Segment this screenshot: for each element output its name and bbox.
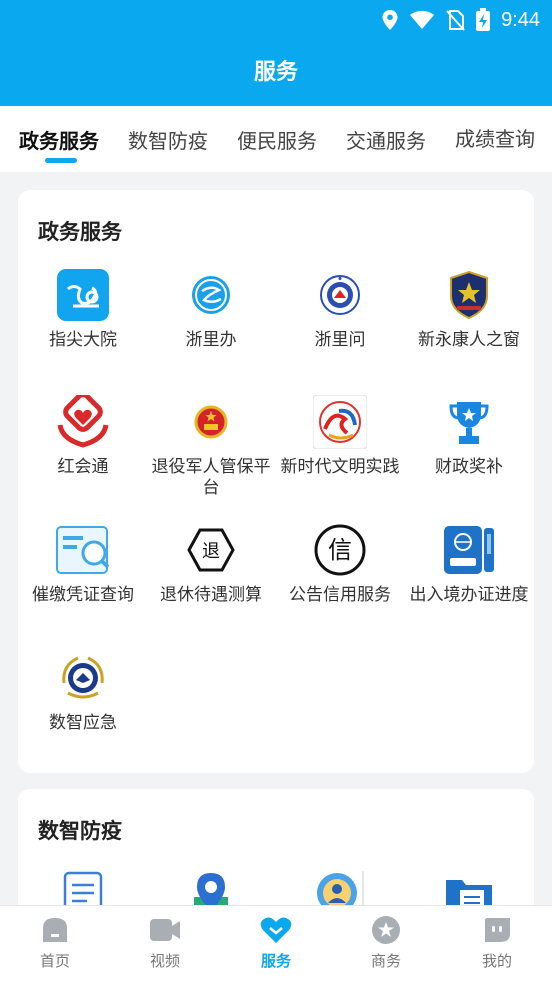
- service-item-credit-service[interactable]: 信 公告信用服务: [276, 523, 404, 606]
- wifi-icon: [409, 10, 435, 30]
- service-label: 催缴凭证查询: [32, 585, 134, 605]
- civilization-logo-icon: [313, 395, 367, 449]
- star-icon: [370, 914, 402, 946]
- service-item-financial-reward[interactable]: 财政奖补: [405, 395, 533, 478]
- nav-label: 我的: [481, 952, 512, 970]
- service-label: 红会通: [57, 457, 109, 477]
- tab-public-services[interactable]: 便民服务: [237, 106, 317, 172]
- service-label: 出入境办证进度: [409, 585, 529, 605]
- fingertip-compound-icon: [56, 268, 110, 322]
- nav-profile[interactable]: 我的: [442, 906, 552, 982]
- service-label: 浙里问: [314, 330, 366, 350]
- service-item-new-yongkang-window[interactable]: 新永康人之窗: [405, 268, 533, 351]
- nav-label: 商务: [370, 952, 401, 970]
- section-title: 政务服务: [38, 220, 122, 244]
- voucher-search-icon: [56, 523, 110, 577]
- nav-video[interactable]: 视频: [110, 906, 220, 982]
- service-label: 公告信用服务: [289, 585, 391, 605]
- status-bar: 9:44: [381, 8, 540, 32]
- section-title: 数智防疫: [38, 819, 122, 843]
- zheliban-icon: [184, 268, 238, 322]
- nav-label: 首页: [39, 952, 70, 970]
- service-label: 数智应急: [49, 713, 117, 733]
- tab-transport-services[interactable]: 交通服务: [346, 106, 426, 172]
- svg-text:退: 退: [202, 541, 220, 562]
- service-item-voucher-query[interactable]: 催缴凭证查询: [19, 523, 147, 606]
- nav-label: 视频: [149, 952, 180, 970]
- service-item-zheliwen[interactable]: 浙里问: [276, 268, 404, 351]
- section-gov-services: 政务服务 指尖大院 浙里办 浙里问 新永康人之窗 红会通 退役军人管保平台 新时…: [18, 190, 534, 773]
- service-label: 退休待遇测算: [160, 585, 262, 605]
- status-time: 9:44: [501, 8, 540, 31]
- red-cross-hands-icon: [56, 395, 110, 449]
- service-item-zheliban[interactable]: 浙里办: [147, 268, 275, 351]
- nav-business[interactable]: 商务: [331, 906, 441, 982]
- active-tab-indicator: [45, 158, 77, 163]
- service-item-veterans-platform[interactable]: 退役军人管保平台: [147, 395, 275, 499]
- zheliwen-badge-icon: [313, 268, 367, 322]
- location-icon: [381, 9, 399, 31]
- page-title: 服务: [253, 60, 298, 85]
- category-tabs: 政务服务 数智防疫 便民服务 交通服务 成绩查询: [0, 106, 552, 172]
- national-emblem-icon: [184, 395, 238, 449]
- service-label: 新时代文明实践: [280, 457, 400, 477]
- police-badge-icon: [442, 268, 496, 322]
- nav-services[interactable]: 服务: [221, 906, 331, 982]
- retire-hexagon-icon: 退: [184, 523, 238, 577]
- service-item-retirement-calc[interactable]: 退 退休待遇测算: [147, 523, 275, 606]
- tab-score-query[interactable]: 成绩查询: [455, 106, 535, 172]
- credit-circle-icon: 信: [313, 523, 367, 577]
- video-icon: [149, 914, 181, 946]
- service-label: 新永康人之窗: [418, 330, 520, 350]
- heart-icon: [260, 914, 292, 946]
- service-item-fingertip-compound[interactable]: 指尖大院: [19, 268, 147, 351]
- home-icon: [39, 914, 71, 946]
- passport-icon: [442, 523, 496, 577]
- svg-text:信: 信: [328, 536, 352, 564]
- service-item-exit-entry-progress[interactable]: 出入境办证进度: [405, 523, 533, 606]
- nav-label: 服务: [260, 952, 291, 970]
- battery-charging-icon: [475, 8, 491, 32]
- service-label: 退役军人管保平台: [151, 457, 271, 498]
- service-label: 浙里办: [185, 330, 237, 350]
- no-sim-icon: [445, 9, 465, 31]
- tab-epidemic-prevention[interactable]: 数智防疫: [128, 106, 208, 172]
- service-label: 指尖大院: [49, 330, 117, 350]
- bottom-navigation: 首页 视频 服务 商务 我的: [0, 905, 552, 982]
- emergency-emblem-icon: [56, 651, 110, 705]
- service-item-red-cross[interactable]: 红会通: [19, 395, 147, 478]
- app-header: 9:44 服务: [0, 0, 552, 106]
- profile-icon: [481, 914, 513, 946]
- service-item-smart-emergency[interactable]: 数智应急: [19, 651, 147, 734]
- service-label: 财政奖补: [435, 457, 503, 477]
- nav-home[interactable]: 首页: [0, 906, 110, 982]
- trophy-icon: [442, 395, 496, 449]
- service-item-civilization-practice[interactable]: 新时代文明实践: [276, 395, 404, 478]
